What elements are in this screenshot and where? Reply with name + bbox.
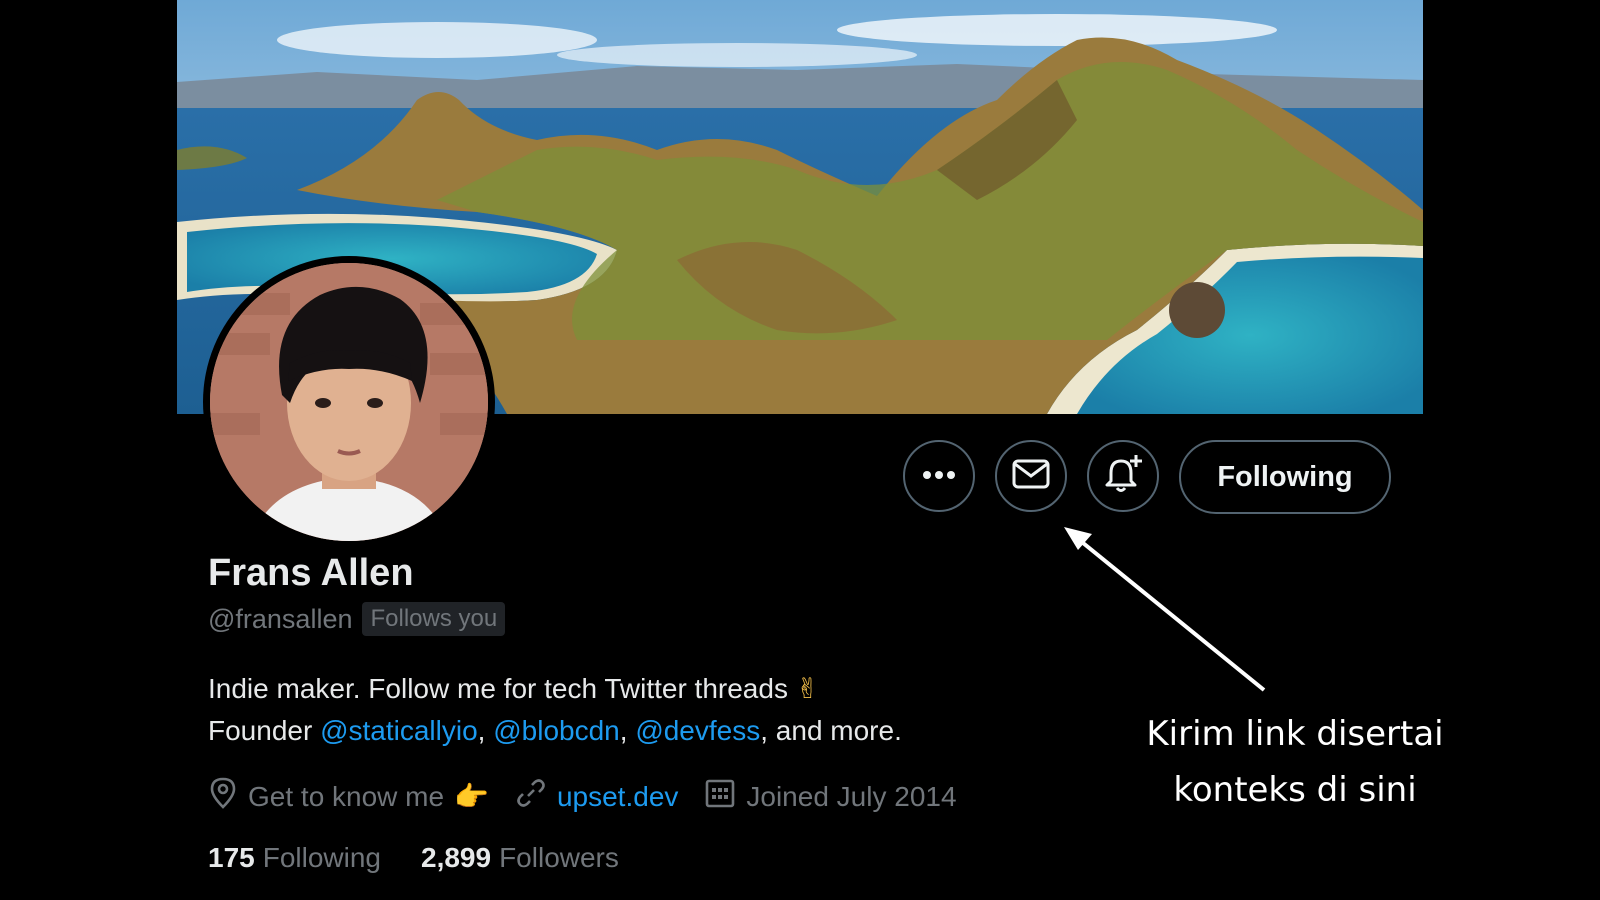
avatar-photo	[210, 263, 488, 541]
envelope-icon	[1012, 458, 1050, 495]
following-count-link[interactable]: 175 Following	[208, 842, 381, 874]
bio-founder-text: Founder	[208, 715, 321, 746]
link-icon	[515, 777, 557, 816]
location-item: Get to know me 👉	[208, 776, 489, 817]
calendar-icon	[704, 777, 746, 816]
message-button[interactable]	[995, 440, 1067, 512]
bio-suffix-text: , and more.	[760, 715, 902, 746]
person-portrait-illustration	[210, 263, 488, 541]
profile-screen: Following Frans Allen @fransallen Follow…	[0, 0, 1600, 900]
following-label: Following	[262, 842, 381, 873]
followers-count: 2,899	[421, 842, 492, 873]
profile-bio: Indie maker. Follow me for tech Twitter …	[208, 668, 902, 752]
followers-label: Followers	[499, 842, 619, 873]
mention-staticallyio-link[interactable]: @staticallyio	[320, 715, 478, 746]
location-pin-icon	[208, 776, 248, 817]
handle-row: @fransallen Follows you	[208, 602, 506, 636]
profile-meta: Get to know me 👉 upset.dev Joined July 2…	[208, 776, 983, 817]
bio-line-2: Founder @staticallyio, @blobcdn, @devfes…	[208, 710, 902, 752]
mention-blobcdn-link[interactable]: @blobcdn	[493, 715, 620, 746]
annotation-caption: Kirim link disertai konteks di sini	[1120, 706, 1470, 818]
caption-line-1: Kirim link disertai	[1146, 714, 1444, 754]
bio-separator: ,	[477, 715, 494, 746]
bell-plus-icon	[1102, 453, 1144, 500]
follows-you-badge: Follows you	[362, 602, 506, 636]
bio-line-1: Indie maker. Follow me for tech Twitter …	[208, 668, 902, 710]
location-text: Get to know me	[248, 780, 445, 812]
following-button[interactable]: Following	[1179, 440, 1391, 514]
more-icon	[922, 467, 956, 485]
joined-date-text: Joined July 2014	[746, 780, 957, 812]
follow-stats: 175 Following 2,899 Followers	[208, 842, 659, 874]
website-link[interactable]: upset.dev	[557, 781, 678, 813]
victory-hand-emoji: ✌	[795, 672, 820, 705]
followers-count-link[interactable]: 2,899 Followers	[421, 842, 619, 874]
following-count: 175	[208, 842, 255, 873]
notifications-button[interactable]	[1087, 440, 1159, 512]
user-handle: @fransallen	[208, 603, 353, 634]
website-item: upset.dev	[515, 777, 678, 816]
joined-item: Joined July 2014	[704, 777, 957, 816]
bio-separator: ,	[619, 715, 636, 746]
display-name: Frans Allen	[208, 552, 414, 594]
pointing-hand-emoji: 👉	[454, 780, 489, 813]
bio-text: Indie maker. Follow me for tech Twitter …	[208, 673, 788, 704]
more-options-button[interactable]	[903, 440, 975, 512]
caption-line-2: konteks di sini	[1173, 770, 1417, 810]
mention-devfess-link[interactable]: @devfess	[635, 715, 760, 746]
profile-avatar[interactable]	[203, 256, 495, 548]
